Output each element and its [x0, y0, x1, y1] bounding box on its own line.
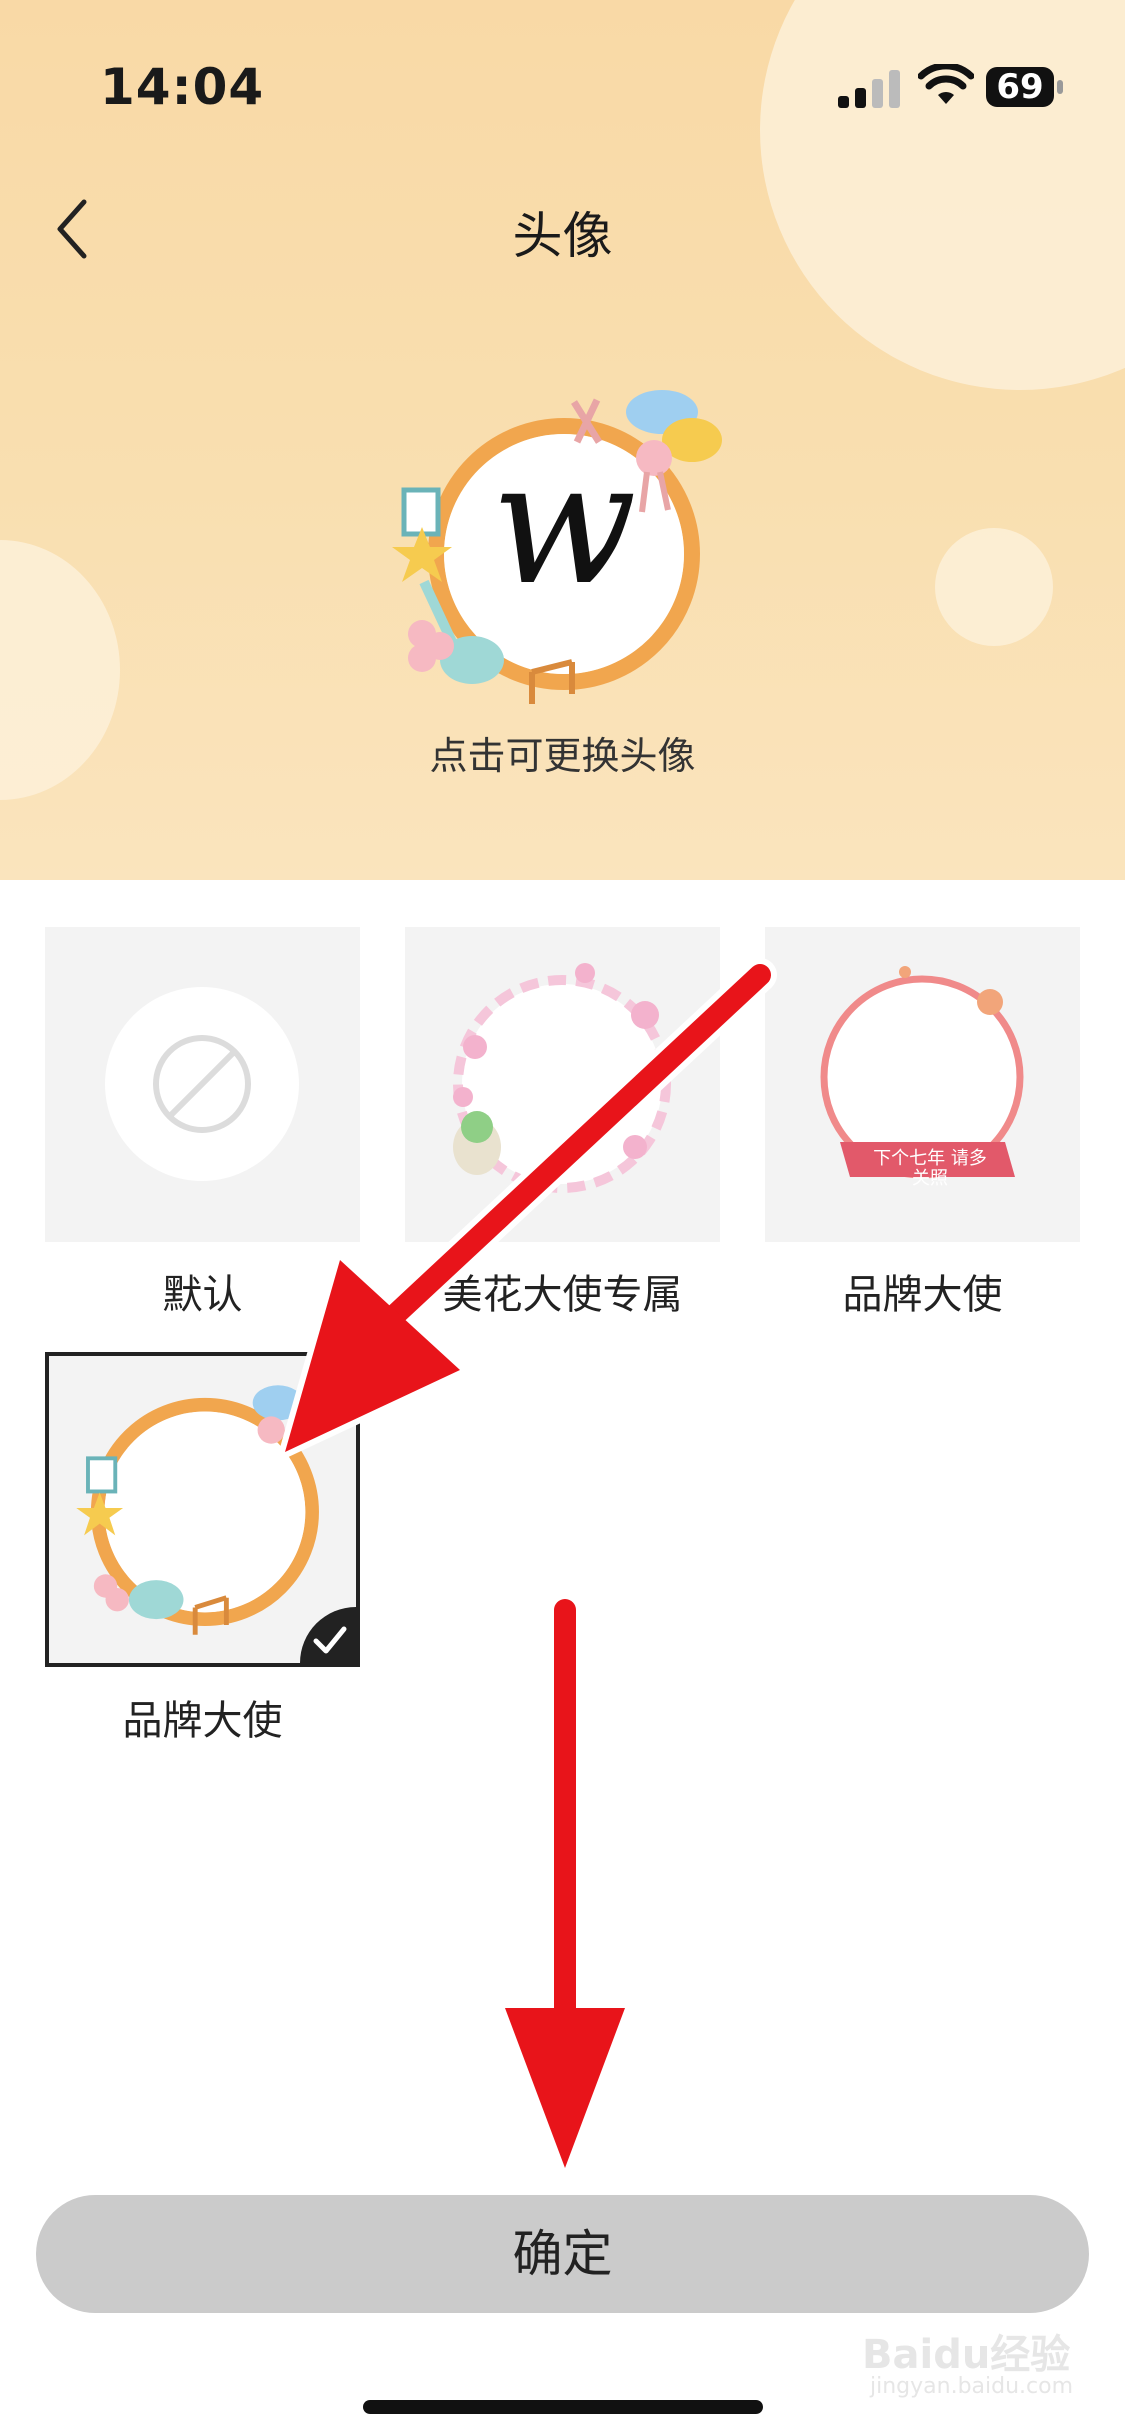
decor-bubble-small [935, 528, 1053, 646]
current-avatar[interactable]: w [392, 382, 732, 722]
confirm-button[interactable]: 确定 [36, 2195, 1089, 2313]
decor-bubble-large [760, 0, 1125, 390]
cellular-signal-icon [838, 70, 900, 108]
no-frame-icon [105, 987, 299, 1181]
frame-option-floral[interactable] [405, 927, 720, 1242]
watermark-url: jingyan.baidu.com [870, 2374, 1074, 2399]
status-time: 14:04 [100, 58, 265, 116]
frame-option-music-selected[interactable] [45, 1352, 360, 1667]
frame-label: 品牌大使 [122, 1698, 283, 1744]
frame-label: 默认 [162, 1272, 243, 1318]
qixi-frame-image [820, 966, 1024, 1179]
home-indicator [363, 2400, 763, 2414]
selected-check-icon [300, 1607, 356, 1663]
qixi-badge-text: 下个七年 请多关照 [873, 1148, 987, 1189]
page-title: 头像 [512, 207, 613, 265]
annotation-arrow-down [499, 1593, 631, 2174]
battery-indicator: 69 [986, 64, 1066, 110]
change-avatar-hint[interactable]: 点击可更换头像 [0, 725, 1125, 780]
floral-frame-image [453, 963, 671, 1193]
watermark-logo: Baidu经验 [862, 2332, 1071, 2378]
wifi-icon [918, 64, 974, 104]
frame-label: 品牌大使 [842, 1272, 1003, 1318]
avatar-frame-image: w [392, 390, 722, 704]
battery-level: 69 [996, 67, 1044, 107]
frame-option-default[interactable] [45, 927, 360, 1242]
frame-option-qixi[interactable]: 下个七年 请多关照 [765, 927, 1080, 1242]
frame-label: 美花大使专属 [442, 1272, 683, 1318]
avatar-letter: w [491, 425, 637, 623]
